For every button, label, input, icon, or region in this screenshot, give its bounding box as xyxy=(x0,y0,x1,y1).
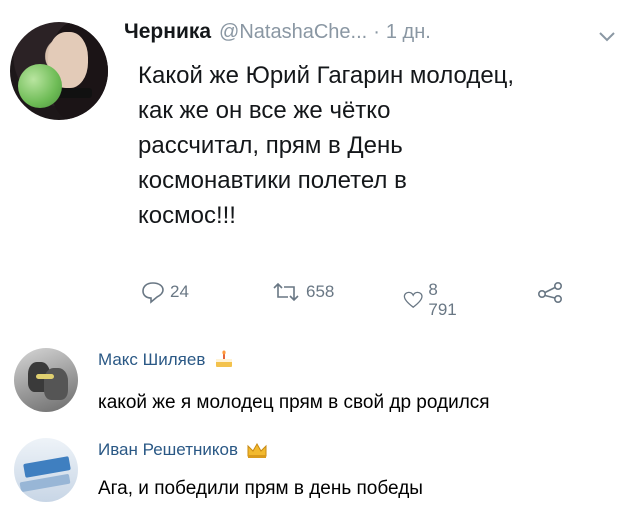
tweet: Черника @NatashaChe... · 1 дн. Какой же … xyxy=(0,0,640,330)
share-button[interactable] xyxy=(536,280,566,304)
comment-text: какой же я молодец прям в свой др родилс… xyxy=(98,392,490,413)
like-button[interactable]: 8 791 xyxy=(402,280,462,320)
reply-count: 24 xyxy=(170,282,189,301)
comment-author-avatar[interactable] xyxy=(14,438,78,502)
retweet-count: 658 xyxy=(306,282,335,301)
retweet-icon xyxy=(273,282,299,302)
reply-icon xyxy=(142,282,164,304)
comment-text: Ага, и победили прям в день победы xyxy=(98,478,423,499)
comment-author-name-row: Макс Шиляев xyxy=(98,350,235,370)
cake-icon[interactable] xyxy=(213,350,235,370)
tweet-timestamp[interactable]: 1 дн. xyxy=(386,21,431,44)
tweet-text: Какой же Юрий Гагарин молодец, как же он… xyxy=(138,62,515,229)
crown-icon[interactable] xyxy=(246,441,268,459)
reply-button[interactable]: 24 xyxy=(140,280,189,304)
chevron-down-icon[interactable] xyxy=(596,30,618,44)
tweet-meta-separator: · xyxy=(373,21,380,43)
tweet-author-name[interactable]: Черника xyxy=(124,20,211,44)
like-count: 8 791 xyxy=(428,280,457,319)
tweet-author-handle[interactable]: @NatashaChe... xyxy=(219,21,367,44)
comment-author-name-row: Иван Решетников xyxy=(98,440,268,460)
retweet-button[interactable]: 658 xyxy=(270,280,334,304)
heart-icon xyxy=(403,291,423,308)
share-icon xyxy=(537,281,562,304)
comment-author-name[interactable]: Макс Шиляев xyxy=(98,350,205,370)
comment-author-avatar[interactable] xyxy=(14,348,78,412)
tweet-author-avatar[interactable] xyxy=(10,22,108,120)
comment-author-name[interactable]: Иван Решетников xyxy=(98,440,238,460)
tweet-header: Черника @NatashaChe... · 1 дн. xyxy=(124,20,431,50)
